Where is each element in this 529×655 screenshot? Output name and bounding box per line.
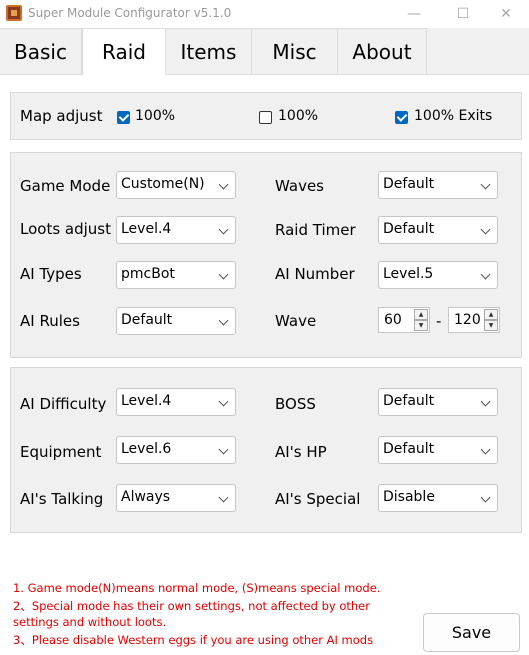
loots-adjust-label: Loots adjust — [20, 220, 111, 238]
save-button[interactable]: Save — [423, 613, 520, 652]
ai-types-select[interactable]: pmcBot — [116, 261, 236, 289]
raid-settings-group: Game Mode Custome(N) Waves Default Loots… — [10, 152, 522, 358]
chevron-down-icon — [480, 492, 491, 503]
chevron-down-icon — [218, 315, 229, 326]
ai-number-label: AI Number — [275, 265, 355, 283]
note-line-4: 3、Please disable Western eggs if you are… — [13, 633, 374, 647]
note-line-3: settings and without loots. — [13, 615, 167, 629]
tab-misc[interactable]: Misc — [252, 28, 338, 74]
close-icon: ✕ — [500, 6, 512, 22]
wave-max-spinner: ▲ ▼ — [484, 309, 498, 331]
note-line-2: 2、Special mode has their own settings, n… — [13, 599, 370, 613]
waves-select[interactable]: Default — [378, 171, 498, 199]
raid-timer-select[interactable]: Default — [378, 216, 498, 244]
chevron-down-icon — [218, 444, 229, 455]
game-mode-value: Custome(N) — [121, 176, 205, 192]
wave-label: Wave — [275, 312, 317, 330]
tab-bar: Basic Raid Items Misc About — [0, 28, 529, 75]
boss-label: BOSS — [275, 395, 316, 413]
tab-basic[interactable]: Basic — [0, 28, 82, 74]
ai-talking-select[interactable]: Always — [116, 484, 236, 512]
wave-separator: - — [436, 312, 442, 330]
equipment-select[interactable]: Level.6 — [116, 436, 236, 464]
maximize-icon: ☐ — [456, 6, 470, 22]
app-icon — [6, 5, 22, 21]
game-mode-label: Game Mode — [20, 177, 111, 195]
map-adjust-option-1-label: 100% — [135, 108, 176, 124]
title-bar: Super Module Configurator v5.1.0 — ☐ ✕ — [0, 0, 529, 28]
map-adjust-group: Map adjust 100% 100% 100% Exits — [10, 92, 522, 140]
waves-value: Default — [383, 176, 435, 192]
wave-max-spinbox[interactable]: 120 ▲ ▼ — [448, 307, 500, 333]
wave-min-spinner: ▲ ▼ — [414, 309, 428, 331]
tab-items[interactable]: Items — [166, 28, 252, 74]
chevron-down-icon — [218, 224, 229, 235]
map-adjust-checkbox-3[interactable] — [395, 111, 408, 124]
tab-raid[interactable]: Raid — [82, 28, 166, 75]
wave-max-value: 120 — [454, 312, 481, 328]
ai-hp-select[interactable]: Default — [378, 436, 498, 464]
note-line-1: 1. Game mode(N)means normal mode, (S)mea… — [13, 581, 381, 595]
ai-rules-label: AI Rules — [20, 312, 80, 330]
map-adjust-option-2-label: 100% — [278, 108, 319, 124]
close-button[interactable]: ✕ — [483, 0, 529, 28]
map-adjust-checkbox-1[interactable] — [117, 111, 130, 124]
ai-special-select[interactable]: Disable — [378, 484, 498, 512]
ai-rules-value: Default — [121, 312, 173, 328]
spin-up-icon[interactable]: ▲ — [414, 309, 428, 320]
spin-down-icon[interactable]: ▼ — [414, 320, 428, 331]
chevron-down-icon — [218, 269, 229, 280]
wave-min-spinbox[interactable]: 60 ▲ ▼ — [378, 307, 430, 333]
ai-difficulty-label: AI Difficulty — [20, 395, 107, 413]
chevron-down-icon — [218, 396, 229, 407]
raid-timer-label: Raid Timer — [275, 221, 356, 239]
ai-hp-value: Default — [383, 441, 435, 457]
ai-special-label: AI's Special — [275, 490, 361, 508]
chevron-down-icon — [480, 444, 491, 455]
spin-up-icon[interactable]: ▲ — [484, 309, 498, 320]
ai-hp-label: AI's HP — [275, 443, 327, 461]
ai-difficulty-select[interactable]: Level.4 — [116, 388, 236, 416]
ai-talking-label: AI's Talking — [20, 490, 104, 508]
map-adjust-checkbox-2[interactable] — [259, 111, 272, 124]
chevron-down-icon — [480, 269, 491, 280]
chevron-down-icon — [480, 179, 491, 190]
ai-rules-select[interactable]: Default — [116, 307, 236, 335]
ai-settings-group: AI Difficulty Level.4 BOSS Default Equip… — [10, 367, 522, 533]
boss-value: Default — [383, 393, 435, 409]
loots-adjust-value: Level.4 — [121, 221, 172, 237]
minimize-button[interactable]: — — [391, 0, 437, 28]
spin-down-icon[interactable]: ▼ — [484, 320, 498, 331]
ai-types-value: pmcBot — [121, 266, 175, 282]
wave-min-value: 60 — [384, 312, 402, 328]
maximize-button[interactable]: ☐ — [440, 0, 486, 28]
game-mode-select[interactable]: Custome(N) — [116, 171, 236, 199]
map-adjust-label: Map adjust — [20, 107, 103, 125]
ai-talking-value: Always — [121, 489, 171, 505]
ai-number-select[interactable]: Level.5 — [378, 261, 498, 289]
map-adjust-option-3-label: 100% Exits — [414, 108, 493, 124]
window-title: Super Module Configurator v5.1.0 — [28, 6, 232, 20]
ai-special-value: Disable — [383, 489, 435, 505]
ai-types-label: AI Types — [20, 265, 82, 283]
chevron-down-icon — [218, 179, 229, 190]
ai-difficulty-value: Level.4 — [121, 393, 172, 409]
chevron-down-icon — [480, 224, 491, 235]
ai-number-value: Level.5 — [383, 266, 434, 282]
equipment-label: Equipment — [20, 443, 102, 461]
chevron-down-icon — [218, 492, 229, 503]
boss-select[interactable]: Default — [378, 388, 498, 416]
chevron-down-icon — [480, 396, 491, 407]
minimize-icon: — — [407, 6, 421, 22]
raid-timer-value: Default — [383, 221, 435, 237]
equipment-value: Level.6 — [121, 441, 172, 457]
tab-about[interactable]: About — [338, 28, 427, 74]
loots-adjust-select[interactable]: Level.4 — [116, 216, 236, 244]
waves-label: Waves — [275, 177, 324, 195]
